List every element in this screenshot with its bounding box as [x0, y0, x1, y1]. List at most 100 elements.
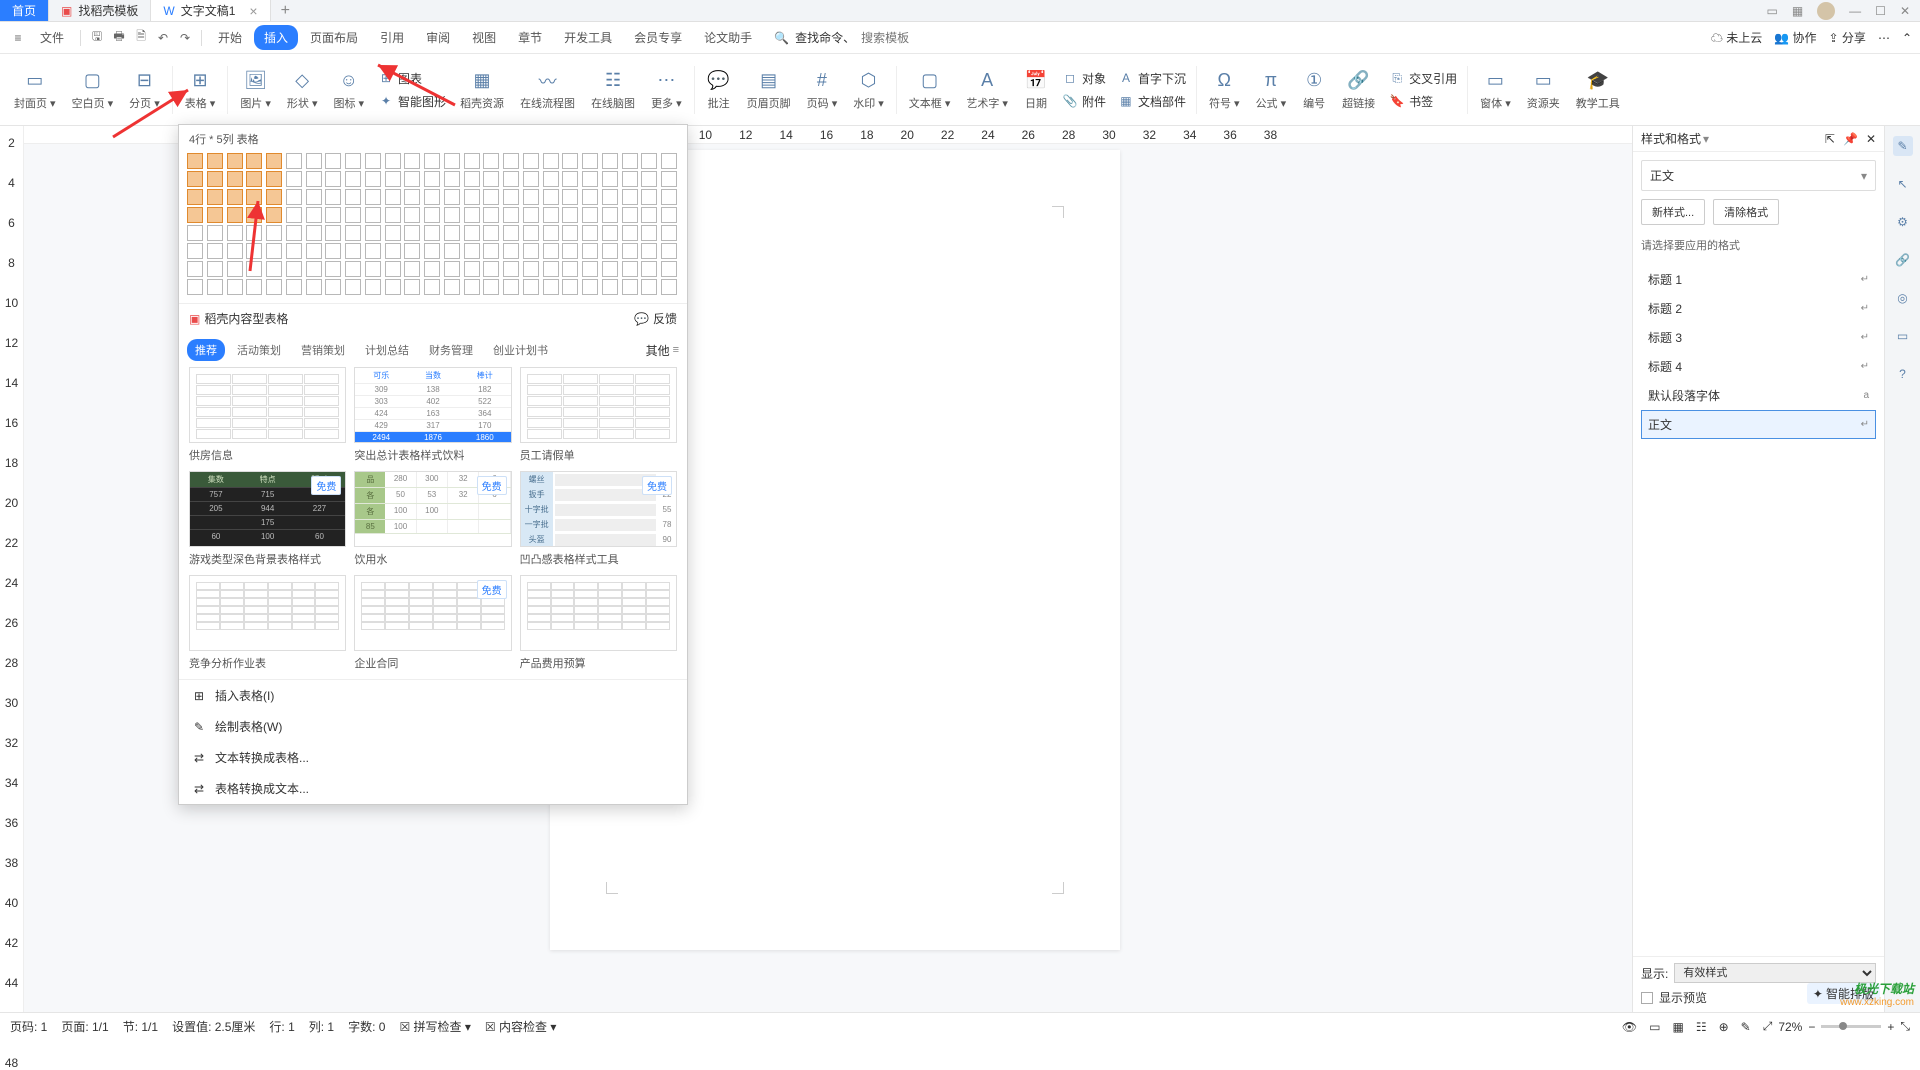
- new-tab-button[interactable]: +: [271, 0, 300, 21]
- grid-cell[interactable]: [622, 207, 638, 223]
- grid-cell[interactable]: [187, 279, 203, 295]
- grid-cell[interactable]: [246, 207, 262, 223]
- grid-cell[interactable]: [622, 153, 638, 169]
- grid-cell[interactable]: [444, 153, 460, 169]
- grid-cell[interactable]: [187, 243, 203, 259]
- grid-cell[interactable]: [286, 153, 302, 169]
- grid-cell[interactable]: [444, 279, 460, 295]
- grid-cell[interactable]: [325, 153, 341, 169]
- grid-cell[interactable]: [523, 279, 539, 295]
- grid-cell[interactable]: [582, 171, 598, 187]
- grid-icon[interactable]: ▦: [1792, 4, 1803, 18]
- grid-cell[interactable]: [365, 279, 381, 295]
- ribbon-item[interactable]: 📎附件: [1062, 91, 1106, 112]
- grid-cell[interactable]: [543, 207, 559, 223]
- style-item[interactable]: 标题 3↵: [1641, 323, 1876, 352]
- grid-cell[interactable]: [385, 225, 401, 241]
- book-tool-icon[interactable]: ▭: [1893, 326, 1913, 346]
- grid-cell[interactable]: [385, 261, 401, 277]
- style-item[interactable]: 标题 4↵: [1641, 352, 1876, 381]
- grid-cell[interactable]: [404, 189, 420, 205]
- ribbon-item[interactable]: ◻对象: [1062, 68, 1106, 89]
- grid-cell[interactable]: [543, 171, 559, 187]
- style-item[interactable]: 默认段落字体a: [1641, 381, 1876, 410]
- pencil-icon[interactable]: ✎: [1741, 1020, 1751, 1034]
- zoom-out-icon[interactable]: −: [1808, 1020, 1815, 1034]
- grid-cell[interactable]: [286, 189, 302, 205]
- spell-check-toggle[interactable]: ☒ 拼写检查 ▾: [399, 1018, 470, 1035]
- grid-cell[interactable]: [345, 171, 361, 187]
- grid-cell[interactable]: [641, 171, 657, 187]
- save-icon[interactable]: 🖫: [87, 28, 107, 48]
- grid-cell[interactable]: [424, 243, 440, 259]
- ribbon-item[interactable]: ✦智能图形: [378, 91, 446, 112]
- tab-devtools[interactable]: 开发工具: [554, 25, 622, 50]
- grid-cell[interactable]: [622, 171, 638, 187]
- ribbon-公式[interactable]: π公式 ▾: [1248, 69, 1295, 111]
- grid-cell[interactable]: [503, 243, 519, 259]
- grid-cell[interactable]: [464, 153, 480, 169]
- template-tab[interactable]: 推荐: [187, 339, 225, 361]
- status-page[interactable]: 页面: 1/1: [61, 1018, 108, 1035]
- grid-cell[interactable]: [345, 189, 361, 205]
- grid-cell[interactable]: [622, 225, 638, 241]
- template-item[interactable]: 集数特点延时7577152059442271756010060免费游戏类型深色背…: [189, 471, 346, 567]
- grid-cell[interactable]: [582, 243, 598, 259]
- ribbon-item[interactable]: ⊞图表: [378, 68, 422, 89]
- tab-member[interactable]: 会员专享: [624, 25, 692, 50]
- ribbon-封面页[interactable]: ▭封面页 ▾: [6, 69, 64, 111]
- grid-cell[interactable]: [424, 279, 440, 295]
- ribbon-日期[interactable]: 📅日期: [1016, 69, 1056, 111]
- grid-cell[interactable]: [641, 261, 657, 277]
- grid-cell[interactable]: [503, 225, 519, 241]
- grid-cell[interactable]: [385, 207, 401, 223]
- ribbon-分页[interactable]: ⊟分页 ▾: [121, 69, 168, 111]
- grid-cell[interactable]: [306, 189, 322, 205]
- view-mode2-icon[interactable]: ▦: [1672, 1020, 1683, 1034]
- tab-home[interactable]: 首页: [0, 0, 49, 21]
- grid-cell[interactable]: [661, 279, 677, 295]
- ribbon-编号[interactable]: ①编号: [1294, 69, 1334, 111]
- settings-tool-icon[interactable]: ⚙: [1893, 212, 1913, 232]
- grid-cell[interactable]: [582, 153, 598, 169]
- grid-cell[interactable]: [286, 171, 302, 187]
- grid-cell[interactable]: [622, 279, 638, 295]
- grid-cell[interactable]: [661, 261, 677, 277]
- grid-cell[interactable]: [325, 225, 341, 241]
- grid-cell[interactable]: [503, 153, 519, 169]
- grid-cell[interactable]: [207, 225, 223, 241]
- ribbon-空白页[interactable]: ▢空白页 ▾: [64, 69, 122, 111]
- grid-cell[interactable]: [543, 189, 559, 205]
- grid-cell[interactable]: [246, 153, 262, 169]
- grid-cell[interactable]: [602, 225, 618, 241]
- grid-cell[interactable]: [266, 279, 282, 295]
- grid-cell[interactable]: [523, 153, 539, 169]
- chevron-down-icon[interactable]: ⌃: [1902, 31, 1912, 45]
- ribbon-图片[interactable]: 🖼图片 ▾: [232, 69, 279, 111]
- tab-view[interactable]: 视图: [462, 25, 506, 50]
- pin-icon[interactable]: ⇱: [1825, 132, 1835, 146]
- grid-cell[interactable]: [483, 207, 499, 223]
- grid-cell[interactable]: [286, 243, 302, 259]
- grid-cell[interactable]: [464, 279, 480, 295]
- grid-cell[interactable]: [582, 207, 598, 223]
- grid-cell[interactable]: [404, 279, 420, 295]
- zoom-slider[interactable]: [1821, 1025, 1881, 1028]
- grid-cell[interactable]: [641, 153, 657, 169]
- grid-cell[interactable]: [365, 171, 381, 187]
- ribbon-形状[interactable]: ◇形状 ▾: [279, 69, 326, 111]
- grid-cell[interactable]: [365, 243, 381, 259]
- link-tool-icon[interactable]: 🔗: [1893, 250, 1913, 270]
- grid-cell[interactable]: [227, 225, 243, 241]
- grid-cell[interactable]: [464, 207, 480, 223]
- grid-cell[interactable]: [385, 189, 401, 205]
- tab-document[interactable]: W 文字文稿1 ×: [151, 0, 270, 21]
- grid-cell[interactable]: [266, 153, 282, 169]
- grid-cell[interactable]: [543, 243, 559, 259]
- grid-cell[interactable]: [424, 171, 440, 187]
- grid-cell[interactable]: [345, 225, 361, 241]
- grid-cell[interactable]: [602, 171, 618, 187]
- view-mode-icon[interactable]: ▭: [1649, 1020, 1660, 1034]
- collaborate-button[interactable]: 👥 协作: [1774, 29, 1816, 46]
- grid-cell[interactable]: [187, 225, 203, 241]
